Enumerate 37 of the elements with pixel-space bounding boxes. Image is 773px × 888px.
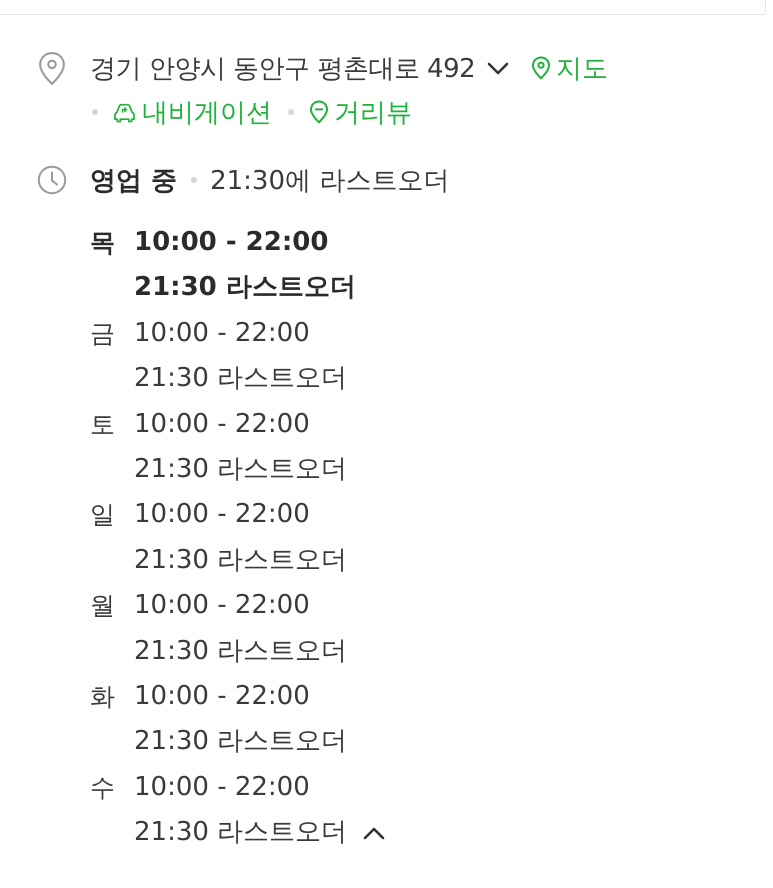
opening-hours: 10:00 - 22:00 <box>134 770 311 804</box>
last-order-time: 21:30 라스트오더 <box>134 816 348 850</box>
last-order-time: 21:30 라스트오더 <box>134 362 348 396</box>
weekday-label: 수 <box>90 772 116 804</box>
separator-dot-icon <box>92 109 98 115</box>
map-link[interactable]: 지도 <box>531 50 608 86</box>
weekday-label: 토 <box>90 408 116 441</box>
chevron-down-icon[interactable] <box>487 61 510 75</box>
weekday-label: 화 <box>90 681 116 714</box>
open-status: 영업 중 <box>90 164 178 198</box>
address-text: 경기 안양시 동안구 평촌대로 492 <box>90 52 476 86</box>
opening-hours: 10:00 - 22:00 <box>134 226 330 259</box>
weekday-label: 월 <box>90 590 116 622</box>
last-order-time: 21:30 라스트오더 <box>134 634 348 668</box>
last-order-time: 21:30 라스트오더 <box>134 271 356 304</box>
opening-hours: 10:00 - 22:00 <box>134 589 311 622</box>
weekday-label: 일 <box>90 499 116 532</box>
car-icon <box>113 102 136 122</box>
separator-dot-icon <box>288 109 294 115</box>
location-pin-icon <box>309 100 329 124</box>
last-order-time: 21:30 라스트오더 <box>134 453 348 486</box>
last-order-note: 21:30에 라스트오더 <box>210 164 450 198</box>
last-order-time: 21:30 라스트오더 <box>134 725 348 758</box>
location-pin-icon <box>531 56 552 80</box>
location-pin-icon <box>37 51 67 86</box>
last-order-time: 21:30 라스트오더 <box>134 544 348 577</box>
opening-hours: 10:00 - 22:00 <box>134 316 311 350</box>
opening-hours: 10:00 - 22:00 <box>134 498 311 532</box>
weekday-label: 금 <box>90 318 116 350</box>
street-view-link[interactable]: 거리뷰 <box>309 94 412 130</box>
weekday-label: 목 <box>90 227 116 259</box>
separator-dot-icon <box>191 177 198 183</box>
chevron-up-icon[interactable] <box>363 826 386 840</box>
opening-hours: 10:00 - 22:00 <box>134 408 311 441</box>
clock-icon <box>37 165 67 195</box>
navigation-link[interactable]: 내비게이션 <box>113 94 272 130</box>
opening-hours: 10:00 - 22:00 <box>134 680 311 714</box>
